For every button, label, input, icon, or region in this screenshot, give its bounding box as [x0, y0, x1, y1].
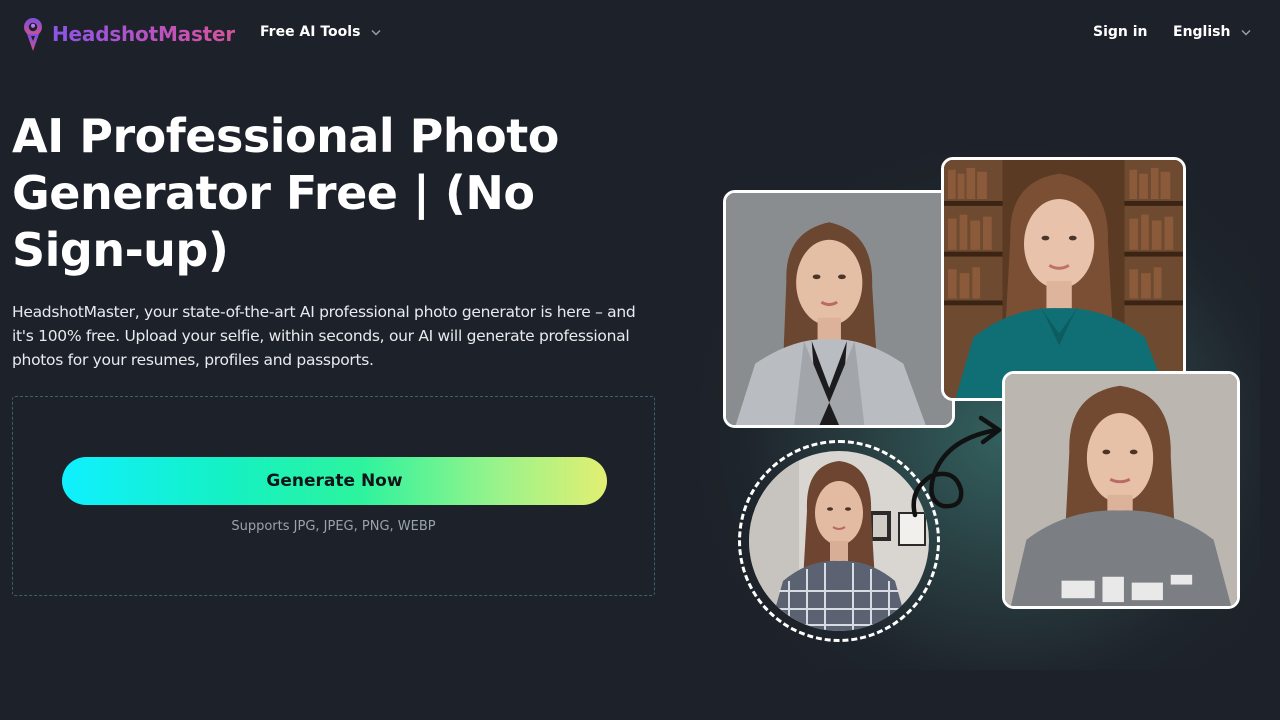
curved-arrow-icon — [911, 415, 1002, 518]
top-navbar: HeadshotMaster Free AI Tools Sign in Eng… — [0, 0, 1280, 68]
sample-headshot-blazer — [723, 190, 955, 428]
brand-name: HeadshotMaster — [52, 22, 236, 46]
page-title: AI Professional Photo Generator Free | (… — [12, 109, 559, 277]
free-ai-tools-dropdown[interactable]: Free AI Tools — [260, 24, 382, 40]
chevron-down-icon — [1241, 30, 1251, 36]
sign-in-link[interactable]: Sign in — [1093, 24, 1148, 40]
sample-headshot-tshirt — [1002, 371, 1240, 609]
chevron-down-icon — [371, 30, 381, 36]
generate-now-button[interactable]: Generate Now — [62, 457, 607, 505]
free-ai-tools-label: Free AI Tools — [260, 24, 361, 40]
hero-description: HeadshotMaster, your state-of-the-art AI… — [12, 303, 636, 369]
brand-logo-link[interactable]: HeadshotMaster — [22, 17, 235, 51]
language-selector[interactable]: English — [1173, 24, 1252, 40]
language-label: English — [1173, 24, 1231, 40]
upload-dropzone[interactable]: Generate Now Supports JPG, JPEG, PNG, WE… — [12, 396, 655, 596]
sample-headshot-bookshelf — [941, 157, 1186, 401]
page: HeadshotMaster Free AI Tools Sign in Eng… — [0, 0, 1280, 720]
headshot-pin-logo-icon — [24, 18, 42, 51]
supported-formats-text: Supports JPG, JPEG, PNG, WEBP — [231, 519, 436, 534]
